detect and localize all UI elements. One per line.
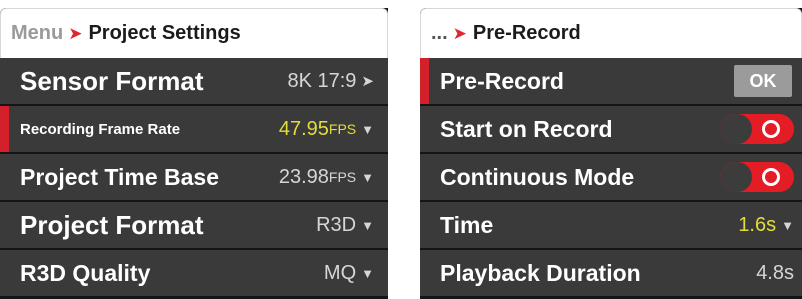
value-unit: FPS — [328, 121, 357, 137]
page-title: Pre-Record — [472, 22, 581, 44]
value-text: R3D — [316, 213, 357, 236]
menu-row-sensor-format[interactable]: Sensor Format 8K 17:9 ➤ — [0, 58, 388, 104]
toggle-knob — [720, 114, 752, 144]
menu-row-recording-frame-rate[interactable]: Recording Frame Rate 47.95 FPS ▼ — [0, 106, 388, 152]
arrow-right-icon: ➤ — [361, 73, 374, 90]
chevron-down-icon: ▼ — [361, 121, 374, 137]
menu-row-pre-record[interactable]: Pre-Record OK — [420, 58, 802, 104]
row-label: Sensor Format — [20, 65, 204, 96]
menu-row-project-time-base[interactable]: Project Time Base 23.98 FPS ▼ — [0, 154, 388, 200]
row-label: Playback Duration — [440, 259, 641, 286]
panel-header: Menu ➤ Project Settings — [0, 8, 388, 58]
breadcrumb-menu-link[interactable]: Menu — [11, 22, 63, 45]
breadcrumb-arrow-icon: ➤ — [68, 23, 83, 43]
value-text: 1.6s — [738, 213, 777, 236]
start-on-record-toggle[interactable] — [720, 114, 794, 144]
breadcrumb-arrow-icon: ➤ — [452, 23, 467, 43]
value-text: 4.8s — [756, 261, 794, 284]
chevron-down-icon: ▼ — [361, 265, 374, 281]
chevron-down-icon: ▼ — [361, 169, 374, 185]
row-label: Project Time Base — [20, 163, 220, 190]
ok-button[interactable]: OK — [734, 65, 792, 97]
menu-row-project-format[interactable]: Project Format R3D ▼ — [0, 202, 388, 248]
row-value: 4.8s — [756, 262, 794, 285]
row-label: Pre-Record — [440, 67, 564, 94]
row-label: Recording Frame Rate — [20, 120, 181, 138]
pre-record-panel: ... ➤ Pre-Record Pre-Record OK Start on … — [420, 8, 802, 299]
value-text: 8K 17:9 — [287, 69, 357, 92]
panel-header: ... ➤ Pre-Record — [420, 8, 802, 58]
toggle-knob — [720, 162, 752, 192]
value-unit: FPS — [328, 169, 357, 185]
selection-marker — [420, 58, 429, 104]
continuous-mode-toggle[interactable] — [720, 162, 794, 192]
value-text: MQ — [323, 261, 357, 284]
chevron-down-icon: ▼ — [781, 217, 794, 233]
value-text: 23.98 — [278, 165, 329, 188]
row-label: Start on Record — [440, 115, 613, 142]
chevron-down-icon: ▼ — [361, 217, 374, 233]
page-title: Project Settings — [88, 22, 241, 44]
value-text: 47.95 — [278, 117, 329, 140]
selection-marker — [0, 106, 9, 152]
row-value: 1.6s — [738, 214, 776, 237]
menu-row-playback-duration[interactable]: Playback Duration 4.8s — [420, 250, 802, 296]
menu-row-start-on-record[interactable]: Start on Record — [420, 106, 802, 152]
menu-row-r3d-quality[interactable]: R3D Quality MQ ▼ — [0, 250, 388, 296]
row-label: Project Format — [20, 209, 204, 240]
row-label: Time — [440, 211, 494, 238]
menu-row-time[interactable]: Time 1.6s ▼ — [420, 202, 802, 248]
row-label: Continuous Mode — [440, 163, 635, 190]
breadcrumb-back-link[interactable]: ... — [431, 22, 448, 45]
project-settings-panel: Menu ➤ Project Settings Sensor Format 8K… — [0, 8, 388, 299]
row-value: 8K 17:9 — [287, 70, 356, 93]
row-value: MQ — [324, 262, 356, 285]
row-label: R3D Quality — [20, 259, 151, 286]
row-value: R3D — [316, 214, 356, 237]
menu-row-continuous-mode[interactable]: Continuous Mode — [420, 154, 802, 200]
row-value: 23.98 FPS — [279, 166, 356, 189]
toggle-on-icon — [762, 168, 780, 186]
row-value: 47.95 FPS — [279, 118, 356, 141]
toggle-on-icon — [762, 120, 780, 138]
